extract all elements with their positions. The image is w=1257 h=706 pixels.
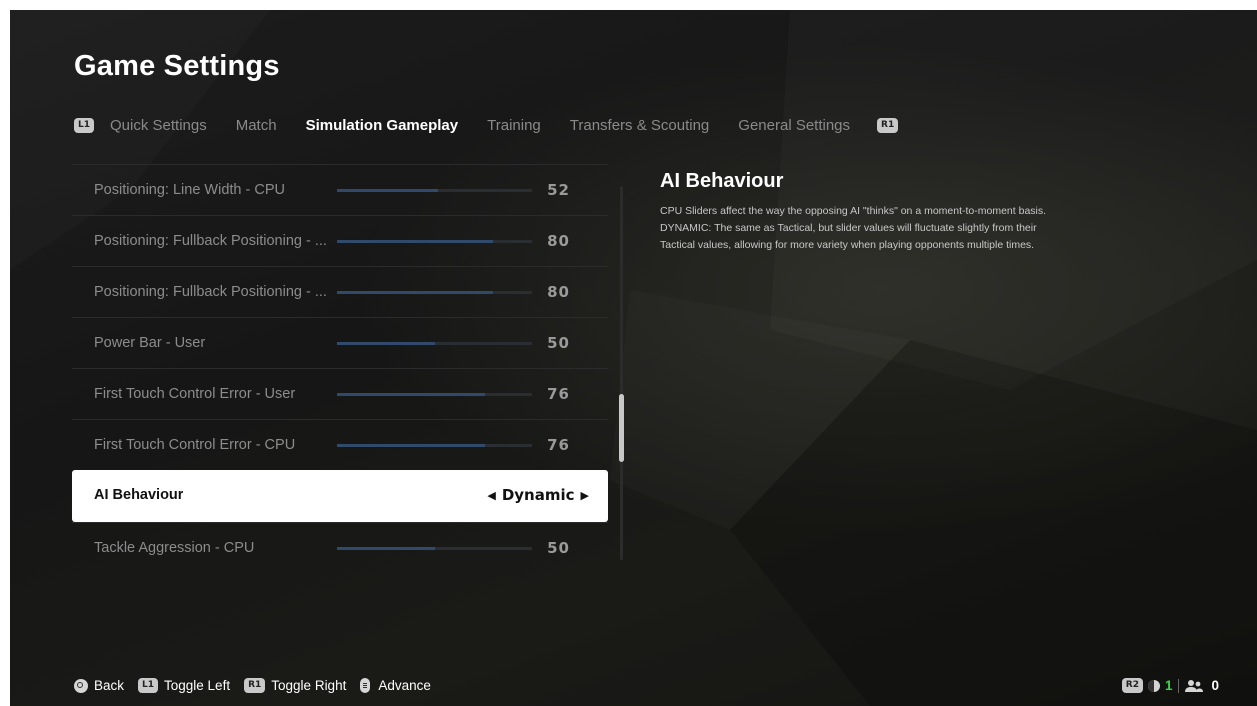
divider [1178,678,1180,693]
detail-line: CPU Sliders affect the way the opposing … [660,205,1047,217]
l1-button-icon[interactable]: L1 [74,117,94,133]
toggle-right-button[interactable]: R1 Toggle Right [244,678,346,693]
setting-row-fullback-positioning-1[interactable]: Positioning: Fullback Positioning - ... … [72,215,608,266]
setting-value: 80 [547,283,570,301]
back-label: Back [94,678,125,693]
tab-general-settings[interactable]: General Settings [738,117,850,134]
setting-label: Positioning: Fullback Positioning - ... [94,284,326,300]
toggle-right-label: Toggle Right [271,678,347,693]
slider-fill [337,189,439,192]
r1-button-icon[interactable]: R1 [877,117,899,133]
online-count: 1 [1164,678,1173,693]
setting-value: 76 [547,436,570,454]
slider-fill [337,291,493,294]
option-value: Dynamic [501,486,575,504]
tab-match[interactable]: Match [236,117,277,134]
setting-value: 50 [547,539,570,557]
l1-button-icon: L1 [138,678,159,693]
players-icon [1185,679,1204,692]
detail-title: AI Behaviour [660,170,784,192]
tab-simulation-gameplay[interactable]: Simulation Gameplay [306,117,459,134]
detail-description: CPU Sliders affect the way the opposing … [660,203,1140,254]
setting-label: Power Bar - User [94,335,206,351]
setting-row-power-bar-user[interactable]: Power Bar - User 50 [72,317,608,368]
setting-label: First Touch Control Error - User [94,386,296,402]
footer-controls: Back L1 Toggle Left R1 Toggle Right Adva… [74,678,445,693]
slider-track[interactable] [337,291,532,294]
scrollbar-track[interactable] [620,186,623,560]
toggle-left-label: Toggle Left [164,678,231,693]
arrow-left-icon[interactable]: ◀ [487,489,495,502]
setting-value: 50 [547,334,570,352]
circle-button-icon [74,678,88,693]
setting-label: Positioning: Fullback Positioning - ... [94,233,326,249]
online-indicator-icon [1147,679,1160,692]
slider-track[interactable] [337,547,532,550]
toggle-left-button[interactable]: L1 Toggle Left [138,678,230,693]
setting-label: AI Behaviour [94,487,184,503]
slider-fill [337,342,435,345]
players-count: 0 [1211,678,1219,693]
slider-track[interactable] [337,189,532,192]
tab-training[interactable]: Training [487,117,541,134]
setting-label: First Touch Control Error - CPU [94,437,296,453]
option-selector[interactable]: ◀ Dynamic ▶ [487,486,589,504]
slider-track[interactable] [337,240,532,243]
slider-fill [337,393,486,396]
setting-label: Positioning: Line Width - CPU [94,182,285,198]
setting-row-first-touch-user[interactable]: First Touch Control Error - User 76 [72,368,608,419]
slider-track[interactable] [337,342,532,345]
setting-row-tackle-aggression-cpu[interactable]: Tackle Aggression - CPU 50 [72,522,608,573]
setting-value: 76 [547,385,570,403]
setting-row-fullback-positioning-2[interactable]: Positioning: Fullback Positioning - ... … [72,266,608,317]
game-screen: Game Settings L1 Quick Settings Match Si… [10,10,1257,706]
detail-panel: AI Behaviour CPU Sliders affect the way … [660,170,1140,254]
r1-button-icon: R1 [244,678,266,693]
slider-track[interactable] [337,393,532,396]
advance-button[interactable]: Advance [360,678,431,693]
slider-track[interactable] [337,444,532,447]
back-button[interactable]: Back [74,678,124,693]
detail-line: DYNAMIC: The same as Tactical, but slide… [660,222,1037,234]
touchpad-icon [360,678,371,693]
scrollbar-thumb[interactable] [619,394,624,463]
page-title: Game Settings [74,50,280,82]
setting-value: 52 [547,181,570,199]
setting-row-ai-behaviour[interactable]: AI Behaviour ◀ Dynamic ▶ [72,470,608,522]
slider-fill [337,547,435,550]
setting-row-line-width-cpu[interactable]: Positioning: Line Width - CPU 52 [72,164,608,215]
status-bar: R2 1 0 [1121,678,1219,693]
setting-label: Tackle Aggression - CPU [94,540,255,556]
settings-list: Positioning: Line Width - CPU 52 Positio… [72,164,608,573]
r2-button-icon[interactable]: R2 [1121,678,1143,693]
detail-line: Tactical values, allowing for more varie… [660,239,1035,251]
setting-value: 80 [547,232,570,250]
setting-row-first-touch-cpu[interactable]: First Touch Control Error - CPU 76 [72,419,608,470]
slider-fill [337,240,493,243]
slider-fill [337,444,486,447]
tab-transfers-scouting[interactable]: Transfers & Scouting [570,117,710,134]
advance-label: Advance [378,678,431,693]
settings-tabs: L1 Quick Settings Match Simulation Gamep… [74,113,899,137]
arrow-right-icon[interactable]: ▶ [581,489,589,502]
tab-quick-settings[interactable]: Quick Settings [110,117,207,134]
